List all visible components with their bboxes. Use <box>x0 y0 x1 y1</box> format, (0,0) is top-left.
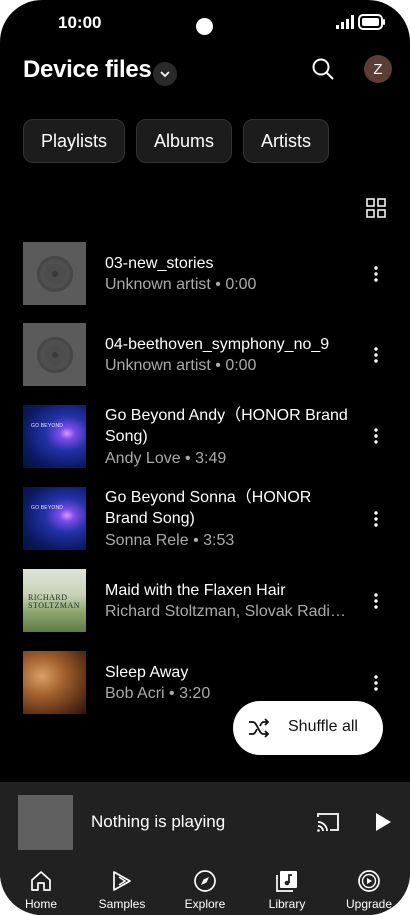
play-icon[interactable] <box>372 810 394 834</box>
list-item[interactable]: GO BEYOND Go Beyond Andy（HONOR Brand Son… <box>0 405 410 475</box>
more-options-icon[interactable] <box>366 671 386 695</box>
nav-label: Home <box>24 897 57 911</box>
album-art-placeholder <box>23 242 86 305</box>
chip-albums[interactable]: Albums <box>136 119 233 163</box>
source-dropdown-button[interactable] <box>153 62 177 86</box>
nav-label: Explore <box>184 897 226 911</box>
search-icon[interactable] <box>308 54 338 84</box>
album-art <box>23 651 86 714</box>
status-time: 10:00 <box>58 13 102 32</box>
track-title: Sleep Away <box>105 664 189 681</box>
track-subtitle: Richard Stoltzman, Slovak Radi… <box>105 603 346 620</box>
nav-upgrade[interactable]: Upgrade <box>329 862 409 915</box>
now-playing-text: Nothing is playing <box>91 812 226 831</box>
track-title: 04-beethoven_symphony_no_9 <box>105 336 330 353</box>
nav-library[interactable]: Library <box>247 862 327 915</box>
track-title: 03-new_stories <box>105 255 214 272</box>
more-options-icon[interactable] <box>366 424 386 448</box>
track-title: Go Beyond Andy（HONOR Brand Song) <box>105 407 348 445</box>
track-subtitle: Unknown artist • 0:00 <box>105 357 257 374</box>
upgrade-icon <box>358 870 380 892</box>
cast-icon[interactable] <box>316 811 340 833</box>
app-screen: 10:00 Device files Z Playlists Albums Ar… <box>0 0 410 915</box>
shuffle-icon <box>249 718 270 738</box>
track-subtitle: Andy Love • 3:49 <box>105 450 227 467</box>
status-bar: 10:00 <box>0 0 410 46</box>
bottom-nav: Home Samples Explore Library Upgrade <box>0 862 410 915</box>
list-item[interactable]: RICHARD STOLTZMAN Maid with the Flaxen H… <box>0 569 410 639</box>
filter-chips: Playlists Albums Artists <box>23 119 330 163</box>
battery-icon <box>358 14 385 30</box>
nav-label: Library <box>268 897 306 911</box>
list-item[interactable]: 04-beethoven_symphony_no_9 Unknown artis… <box>0 323 410 393</box>
home-icon <box>31 871 51 891</box>
track-subtitle: Unknown artist • 0:00 <box>105 276 257 293</box>
cover-text: GO BEYOND <box>31 505 64 511</box>
album-art: GO BEYOND <box>23 487 86 550</box>
album-art: GO BEYOND <box>23 405 86 468</box>
avatar[interactable]: Z <box>364 55 392 83</box>
chip-playlists[interactable]: Playlists <box>23 119 126 163</box>
nav-explore[interactable]: Explore <box>165 862 245 915</box>
now-playing-art <box>18 795 73 850</box>
mini-player[interactable]: Nothing is playing <box>0 782 410 862</box>
nav-home[interactable]: Home <box>1 862 81 915</box>
track-subtitle: Sonna Rele • 3:53 <box>105 532 235 549</box>
compass-icon <box>194 870 216 892</box>
front-camera <box>196 18 213 35</box>
signal-icon <box>336 15 354 29</box>
page-title: Device files <box>23 56 152 83</box>
list-item[interactable]: GO BEYOND Go Beyond Sonna（HONOR Brand So… <box>0 487 410 557</box>
library-icon <box>276 871 297 892</box>
track-title: Maid with the Flaxen Hair <box>105 582 286 599</box>
album-art-placeholder <box>23 323 86 386</box>
chip-artists[interactable]: Artists <box>243 119 330 163</box>
album-art: RICHARD STOLTZMAN <box>23 569 86 632</box>
shuffle-all-button[interactable]: Shuffle all <box>233 701 383 755</box>
more-options-icon[interactable] <box>366 343 386 367</box>
disc-icon <box>36 336 73 373</box>
cover-text: GO BEYOND <box>31 423 64 429</box>
nav-label: Samples <box>98 897 146 911</box>
more-options-icon[interactable] <box>366 262 386 286</box>
disc-icon <box>36 255 73 292</box>
chevron-down-icon <box>160 71 170 78</box>
samples-icon <box>113 871 131 891</box>
more-options-icon[interactable] <box>366 589 386 613</box>
track-title: Go Beyond Sonna（HONOR Brand Song) <box>105 489 312 527</box>
shuffle-all-label: Shuffle all <box>288 718 358 735</box>
more-options-icon[interactable] <box>366 507 386 531</box>
list-item[interactable]: 03-new_stories Unknown artist • 0:00 <box>0 242 410 312</box>
cover-text: RICHARD STOLTZMAN <box>28 593 81 610</box>
grid-view-icon[interactable] <box>366 198 386 218</box>
nav-label: Upgrade <box>345 897 393 911</box>
nav-samples[interactable]: Samples <box>82 862 162 915</box>
